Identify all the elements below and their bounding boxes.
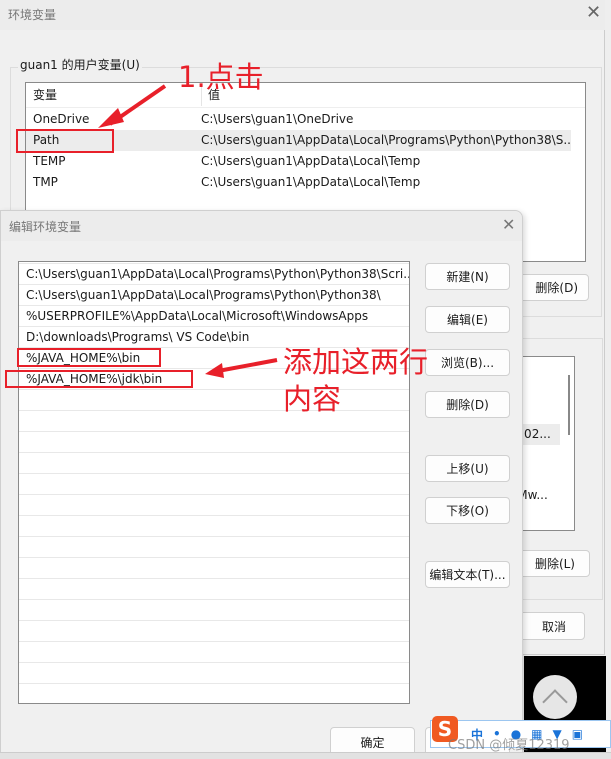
arrow-to-java-entries (217, 358, 278, 373)
arrow-annotations (98, 84, 278, 378)
arrowhead-icon (205, 363, 224, 378)
arrowhead-icon (98, 108, 124, 128)
watermark: CSDN @倾夏12319 (448, 738, 570, 753)
toolbox-icon[interactable]: ▣ (572, 727, 583, 741)
